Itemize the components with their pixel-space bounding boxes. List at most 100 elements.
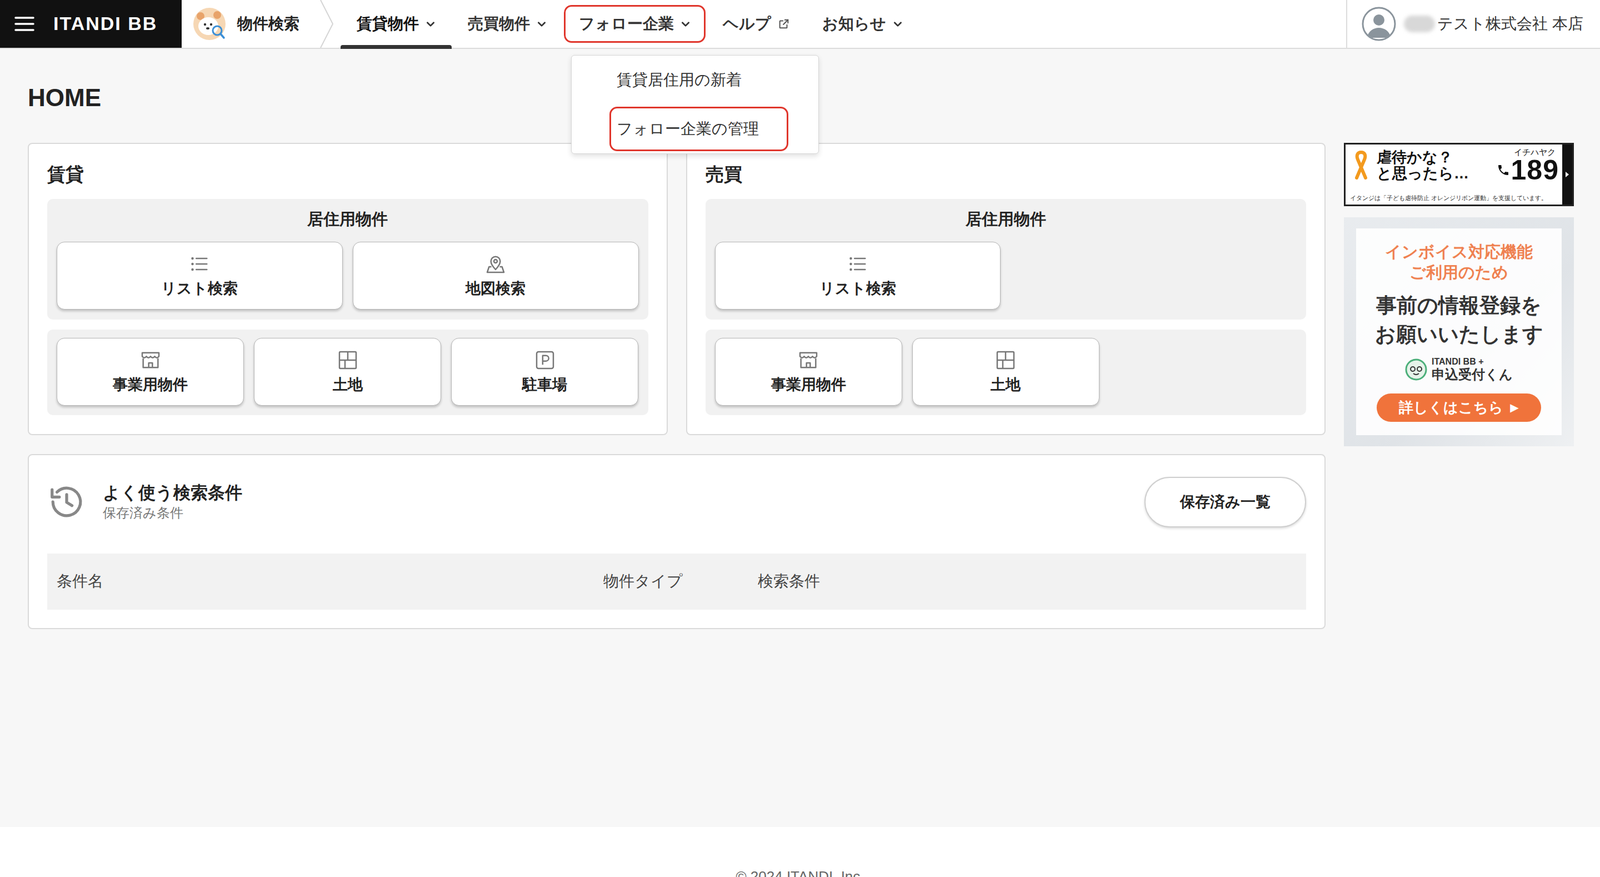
business-icon	[797, 348, 820, 372]
chevron-down-icon	[680, 18, 691, 29]
dropdown-item[interactable]: フォロー企業の管理	[571, 104, 819, 154]
phone-icon	[1496, 161, 1510, 179]
search-button[interactable]: 土地	[912, 337, 1100, 406]
search-button[interactable]: 事業用物件	[715, 337, 903, 406]
site-footer: © 2024 ITANDI, Inc.	[0, 826, 1600, 877]
saved-list-button[interactable]: 保存済み一覧	[1144, 476, 1307, 528]
search-button[interactable]: リスト検索	[715, 241, 1002, 310]
chevron-down-icon	[892, 18, 903, 29]
invoice-lead-line: インボイス対応機能	[1385, 241, 1533, 263]
chevron-down-icon	[536, 18, 547, 29]
search-button[interactable]: 地図検索	[352, 241, 639, 310]
column-header: 物件タイプ	[603, 570, 758, 592]
user-menu[interactable]: テスト株式会社 本店	[1346, 0, 1600, 48]
invoice-brand-text: ITANDI BB +申込受付くん	[1431, 356, 1513, 383]
hotline-number-row: 189	[1496, 156, 1559, 184]
nav-entry: フォロー企業賃貸居住用の新着フォロー企業の管理	[563, 0, 706, 48]
logo[interactable]: ITANDI BB	[53, 11, 158, 37]
nav-label: フォロー企業	[578, 13, 674, 35]
nav-item: フォロー企業賃貸居住用の新着フォロー企業の管理	[562, 0, 707, 48]
search-button[interactable]: 土地	[253, 337, 442, 406]
dropdown-item[interactable]: 賃貸居住用の新着	[571, 55, 819, 105]
search-button-label: 事業用物件	[771, 374, 847, 395]
details-button[interactable]: 詳しくはこちら▶	[1376, 393, 1541, 422]
search-button[interactable]: リスト検索	[56, 241, 343, 310]
nav-link[interactable]: お知らせ	[807, 5, 918, 43]
chevron-down-icon	[425, 18, 436, 29]
card-title: 賃貸	[47, 162, 649, 187]
nav-link[interactable]: フォロー企業	[563, 5, 706, 43]
map-icon	[484, 252, 507, 275]
list-icon	[188, 252, 211, 275]
land-icon	[336, 348, 359, 372]
hamburger-menu-icon[interactable]	[14, 15, 35, 33]
bear-mascot-icon	[192, 7, 227, 41]
dropdown-item-frame: フォロー企業の管理	[609, 106, 789, 152]
nav-entry: 賃貸物件	[341, 0, 451, 48]
button-grid: リスト検索地図検索	[56, 241, 639, 310]
button-grid: 事業用物件 土地	[715, 337, 1298, 406]
saved-conditions-card: よく使う検索条件保存済み条件 保存済み一覧条件名物件タイプ検索条件	[27, 453, 1326, 629]
play-arrow-icon: ▶	[1510, 400, 1519, 415]
main-nav: 賃貸物件売買物件 フォロー企業賃貸居住用の新着フォロー企業の管理ヘルプ お知らせ	[340, 0, 919, 48]
invoice-lead: インボイス対応機能ご利用のため	[1385, 241, 1533, 284]
app-name[interactable]: 物件検索	[237, 13, 300, 35]
button-grid: 事業用物件 土地駐車場	[56, 337, 639, 406]
search-button[interactable]: 事業用物件	[56, 337, 244, 406]
hotline-top: 虐待かな？と思ったら…イチハヤク189	[1350, 147, 1559, 184]
nav-entry: お知らせ	[807, 0, 918, 48]
search-card: 賃貸居住用物件リスト検索地図検索事業用物件土地駐車場	[27, 142, 668, 435]
nav-label: ヘルプ	[722, 13, 772, 35]
hotline-line: と思ったら…	[1376, 165, 1469, 183]
mascot-icon	[1405, 358, 1428, 381]
redacted-blur	[1403, 15, 1435, 33]
history-icon	[47, 482, 87, 522]
hotline-content: 虐待かな？と思ったら…イチハヤク189イタンジは「子ども虐待防止 オレンジリボン…	[1345, 144, 1563, 205]
saved-title-block: よく使う検索条件保存済み条件	[102, 482, 243, 522]
invoice-headline-line: 事前の情報登録を	[1375, 291, 1544, 320]
hotline-number-block: イチハヤク189	[1496, 147, 1559, 184]
search-cards: 賃貸居住用物件リスト検索地図検索事業用物件土地駐車場売買居住用物件リスト検索事業…	[27, 142, 1326, 435]
search-button-label: 事業用物件	[112, 374, 188, 395]
parking-icon	[533, 348, 557, 372]
invoice-banner[interactable]: インボイス対応機能ご利用のため事前の情報登録をお願いいたします ITANDI BB…	[1343, 217, 1574, 447]
nav-item: 賃貸物件	[340, 0, 452, 48]
nav-link[interactable]: ヘルプ	[707, 5, 805, 43]
invoice-brand: ITANDI BB +申込受付くん	[1405, 356, 1513, 383]
invoice-lead-line: ご利用のため	[1385, 262, 1533, 284]
invoice-content: インボイス対応機能ご利用のため事前の情報登録をお願いいたします ITANDI BB…	[1356, 228, 1562, 435]
content-row: 賃貸居住用物件リスト検索地図検索事業用物件土地駐車場売買居住用物件リスト検索事業…	[27, 142, 1574, 629]
search-card: 売買居住用物件リスト検索事業用物件土地	[686, 142, 1327, 435]
button-group: 事業用物件 土地駐車場	[47, 329, 649, 415]
table-header: 条件名物件タイプ検索条件	[47, 553, 1307, 610]
nav-label: 売買物件	[467, 13, 530, 35]
button-group: 事業用物件 土地	[705, 329, 1307, 415]
nav-item: 売買物件	[451, 0, 563, 48]
land-icon	[994, 348, 1017, 372]
copyright: © 2024 ITANDI, Inc.	[0, 866, 1600, 877]
invoice-headline-line: お願いいたします	[1375, 320, 1544, 349]
business-icon	[139, 348, 162, 372]
nav-link[interactable]: 賃貸物件	[341, 5, 451, 43]
top-bar: ITANDI BB 物件検索 賃貸物件売買物件 フォロー企業賃貸居住用の新着フォロー企…	[0, 0, 1600, 49]
hotline-note: イタンジは「子ども虐待防止 オレンジリボン運動」を支援しています。	[1350, 194, 1559, 203]
left-column: 賃貸居住用物件リスト検索地図検索事業用物件土地駐車場売買居住用物件リスト検索事業…	[27, 142, 1326, 629]
nav-entry: 売買物件	[452, 0, 562, 48]
breadcrumb-separator-icon	[319, 0, 334, 48]
list-icon	[846, 252, 869, 275]
column-header: 検索条件	[757, 570, 1297, 592]
saved-header: よく使う検索条件保存済み条件 保存済み一覧	[47, 473, 1307, 531]
nav-item: お知らせ	[806, 0, 919, 48]
banner-arrow-strip	[1562, 144, 1573, 205]
search-button[interactable]: 駐車場	[451, 337, 639, 406]
user-name: テスト株式会社 本店	[1437, 13, 1584, 35]
nav-link[interactable]: 売買物件	[452, 5, 562, 43]
app-switcher[interactable]: 物件検索	[181, 0, 341, 48]
product-name: 申込受付くん	[1431, 366, 1513, 383]
hotline-number: 189	[1511, 156, 1559, 184]
nav-label: お知らせ	[822, 13, 887, 35]
hotline-banner[interactable]: 虐待かな？と思ったら…イチハヤク189イタンジは「子ども虐待防止 オレンジリボン…	[1343, 142, 1574, 207]
saved-subtitle: 保存済み条件	[102, 503, 243, 522]
nav-item: ヘルプ	[706, 0, 807, 48]
search-button-label: 駐車場	[522, 374, 568, 395]
